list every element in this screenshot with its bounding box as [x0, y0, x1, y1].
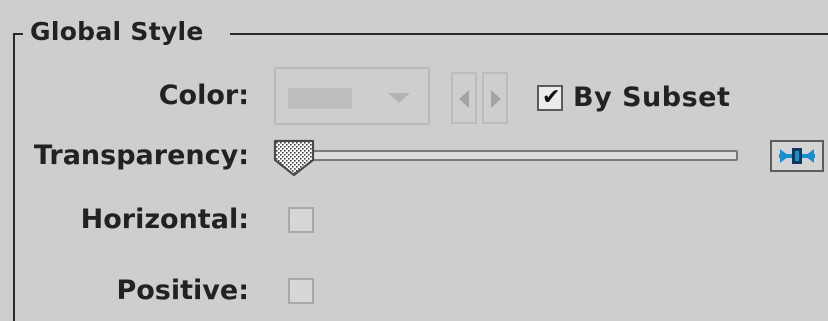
color-label: Color: [158, 80, 249, 111]
transparency-label: Transparency: [33, 140, 249, 171]
group-title: Global Style [30, 17, 204, 46]
horizontal-checkbox[interactable] [288, 207, 314, 233]
color-next-button[interactable] [482, 72, 508, 124]
transparency-slider-thumb[interactable] [272, 138, 316, 178]
color-swatch [288, 88, 352, 109]
color-selector[interactable] [274, 67, 430, 125]
color-prev-button[interactable] [451, 72, 477, 124]
slider-reset-button[interactable] [770, 140, 824, 172]
transparency-slider-track[interactable] [292, 150, 738, 161]
checkmark-icon: ✔ [542, 85, 561, 110]
chevron-down-icon [388, 93, 410, 103]
triangle-left-icon [459, 90, 469, 108]
group-border-top-left [13, 33, 23, 35]
slider-reset-icon [779, 148, 815, 164]
triangle-right-icon [491, 90, 501, 108]
by-subset-label: By Subset [573, 82, 731, 113]
group-border-top-right [230, 33, 828, 35]
positive-checkbox[interactable] [288, 278, 314, 304]
group-border-left [13, 33, 15, 321]
positive-label: Positive: [116, 275, 249, 306]
global-style-panel: Global Style Color: ✔ By Subset Transpar… [0, 0, 828, 321]
by-subset-checkbox[interactable]: ✔ [537, 85, 563, 111]
horizontal-label: Horizontal: [80, 204, 249, 235]
